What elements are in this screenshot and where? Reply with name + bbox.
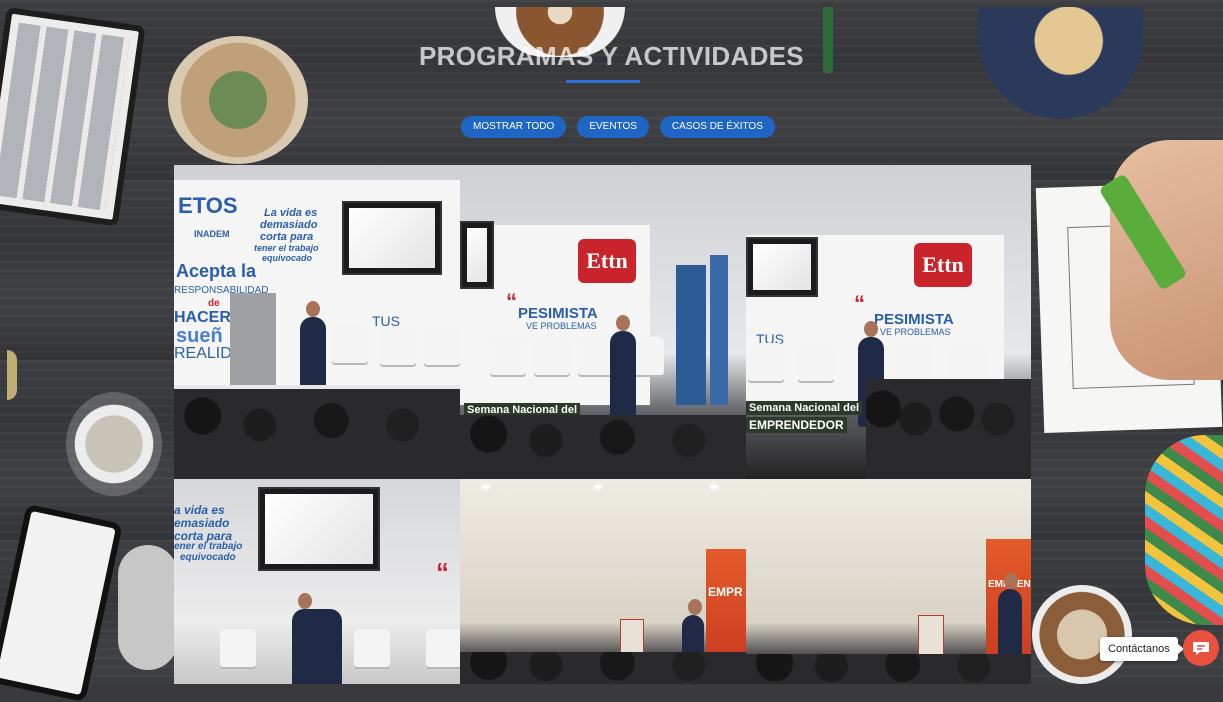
sign-text: EMPR: [708, 585, 743, 599]
sign-text: Semana Nacional del: [746, 401, 863, 415]
chat-bubble-icon: [1193, 642, 1209, 655]
gallery-photo[interactable]: EMPR: [460, 479, 746, 684]
sign-text: equivocado: [180, 552, 236, 563]
glass-decoration: [66, 392, 162, 496]
chat-button[interactable]: [1183, 630, 1219, 666]
sign-text: de: [208, 298, 220, 309]
sign-text: ener el trabajo: [174, 541, 243, 552]
sign-text: tener el trabajo: [254, 243, 319, 253]
filter-bar: MOSTRAR TODO EVENTOS CASOS DE ÉXITOS: [461, 116, 775, 138]
gallery-photo[interactable]: a vida es emasiado corta para ener el tr…: [174, 479, 460, 684]
sign-text: ETOS: [178, 193, 238, 218]
coin-decoration: [7, 350, 17, 400]
ettn-logo: Ettn: [914, 243, 972, 287]
sign-text: INADEM: [194, 229, 230, 239]
sign-text: a vida es: [174, 503, 225, 517]
photo-gallery: ETOS INADEM La vida es demasiado corta p…: [174, 165, 1031, 684]
sign-text: VE PROBLEMAS: [526, 321, 597, 331]
sign-text: PESIMISTA: [874, 311, 954, 328]
candy-bowl-decoration: [1145, 435, 1223, 625]
gallery-photo[interactable]: ETOS INADEM La vida es demasiado corta p…: [174, 165, 460, 479]
latte-cup-decoration: [1032, 585, 1132, 684]
filter-success-cases-button[interactable]: CASOS DE ÉXITOS: [659, 116, 775, 138]
sign-text: EMPRENDEDOR: [746, 417, 847, 433]
sign-text: PESIMISTA: [518, 305, 598, 322]
page-title: PROGRAMAS Y ACTIVIDADES: [419, 41, 804, 71]
pot-decoration: [118, 545, 178, 670]
filter-show-all-button[interactable]: MOSTRAR TODO: [461, 116, 567, 138]
sign-text: REALID: [174, 345, 232, 362]
sign-text: emasiado: [174, 516, 230, 530]
ettn-logo: Ettn: [578, 239, 636, 283]
sign-text: equivocado: [262, 253, 313, 263]
sign-text: VE PROBLEMAS: [880, 327, 951, 337]
filter-events-button[interactable]: EVENTOS: [577, 116, 649, 138]
sign-text: corta para: [260, 231, 314, 243]
gallery-photo[interactable]: Ettn TUS “ PESIMISTA VE PROBLEMAS Semana…: [746, 165, 1031, 479]
contact-label[interactable]: Contáctanos: [1100, 637, 1184, 661]
sign-text: Acepta la: [176, 261, 257, 281]
sign-text: demasiado: [260, 219, 318, 231]
gallery-photo[interactable]: Ettn “ PESIMISTA VE PROBLEMAS Semana Nac…: [460, 165, 746, 479]
title-underline: [566, 80, 640, 83]
gallery-photo[interactable]: EMPRENDEDOR: [746, 479, 1031, 684]
sign-text: La vida es: [264, 207, 318, 219]
